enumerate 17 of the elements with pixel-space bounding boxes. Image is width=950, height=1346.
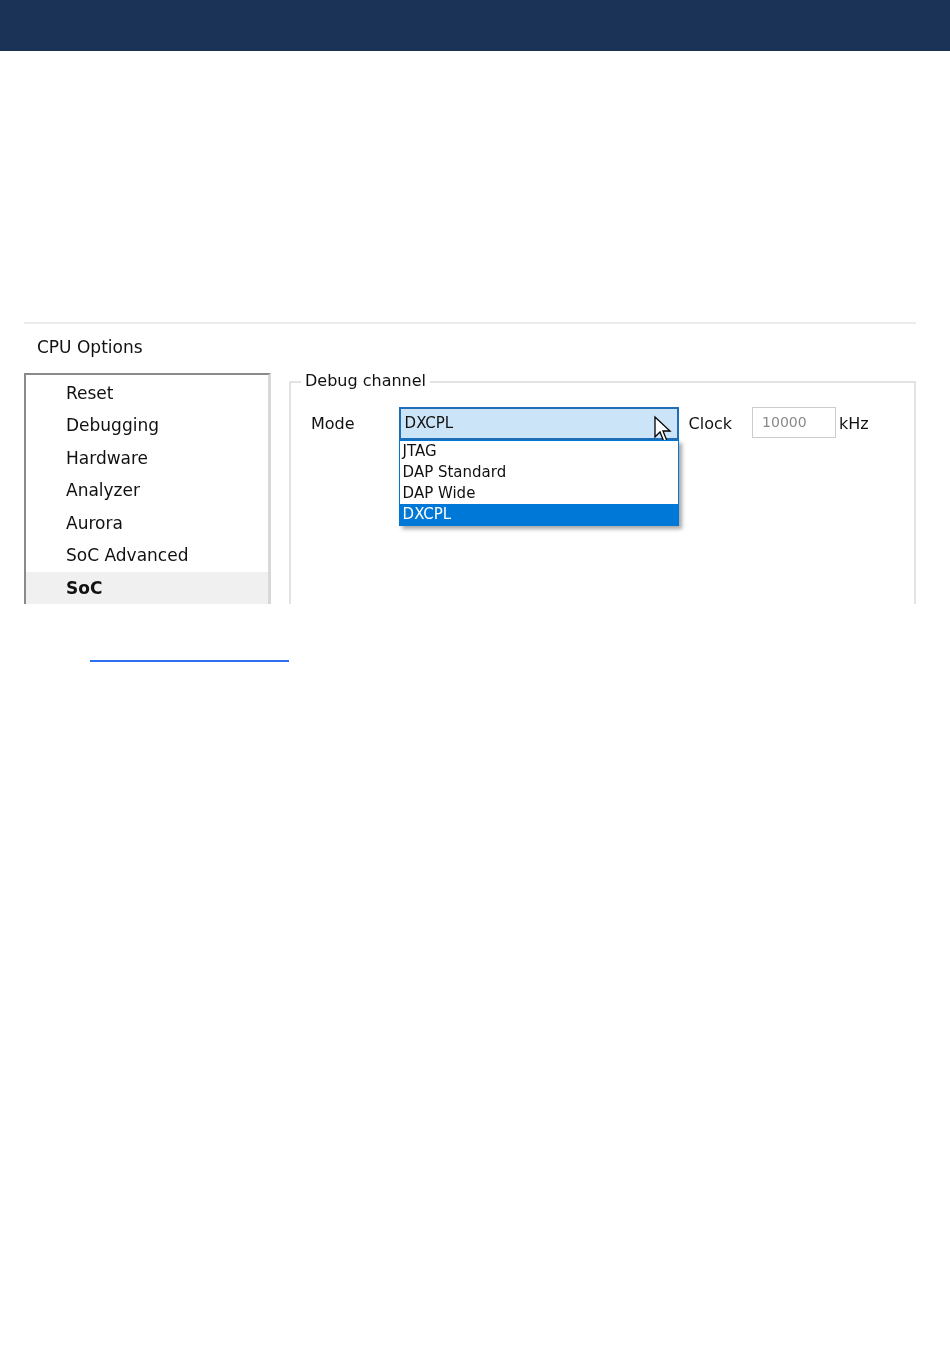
dropdown-option[interactable]: DAP Wide (399, 482, 678, 504)
clock-label: Clock (688, 412, 733, 435)
category-item[interactable]: SoC Advanced (26, 539, 268, 572)
category-item[interactable]: Hardware (26, 441, 268, 474)
dropdown-option[interactable]: DAP Standard (399, 461, 678, 483)
dropdown-option[interactable]: JTAG (399, 440, 678, 462)
link-underline[interactable] (90, 660, 289, 662)
unit-label: kHz (839, 412, 869, 435)
category-item[interactable]: Reset (26, 376, 268, 409)
category-item[interactable]: SoC (26, 571, 268, 604)
mode-label: Mode (311, 412, 355, 435)
mode-dropdown[interactable]: DXCPL (398, 406, 679, 440)
panel-title: CPU Options (36, 336, 144, 359)
category-item[interactable]: Debugging (26, 409, 268, 442)
dropdown-option[interactable]: DXCPL (399, 503, 678, 525)
category-item[interactable]: Aurora (26, 506, 268, 539)
category-item[interactable]: Analyzer (26, 474, 268, 507)
